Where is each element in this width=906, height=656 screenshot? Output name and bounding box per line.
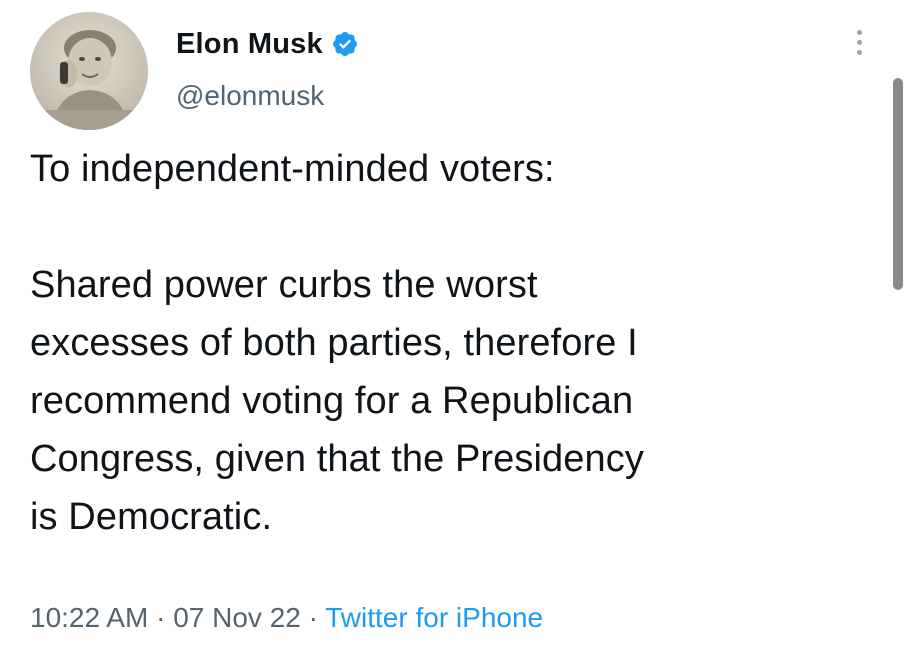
tweet-paragraph-1: To independent-minded voters: [30,148,555,190]
verified-badge-icon [331,30,359,58]
tweet-time[interactable]: 10:22 AM [30,602,148,633]
avatar[interactable] [30,12,148,130]
scrollbar[interactable] [893,78,903,290]
author-handle[interactable]: @elonmusk [176,80,324,112]
author-name-row: Elon Musk [176,26,359,62]
tweet-source-link[interactable]: Twitter for iPhone [325,602,543,633]
tweet-card: Elon Musk @elonmusk To independent-minde… [0,0,906,656]
more-options-icon[interactable] [852,30,866,66]
child-photo-avatar-icon [30,12,148,130]
meta-separator: · [156,602,166,633]
author-display-name[interactable]: Elon Musk [176,28,323,61]
tweet-paragraph-2: Shared power curbs the worst excesses of… [30,264,644,538]
tweet-date[interactable]: 07 Nov 22 [173,602,301,633]
tweet-text: To independent-minded voters: Shared pow… [30,140,890,546]
meta-separator-2: · [308,602,318,633]
tweet-metadata: 10:22 AM · 07 Nov 22 · Twitter for iPhon… [30,602,543,634]
